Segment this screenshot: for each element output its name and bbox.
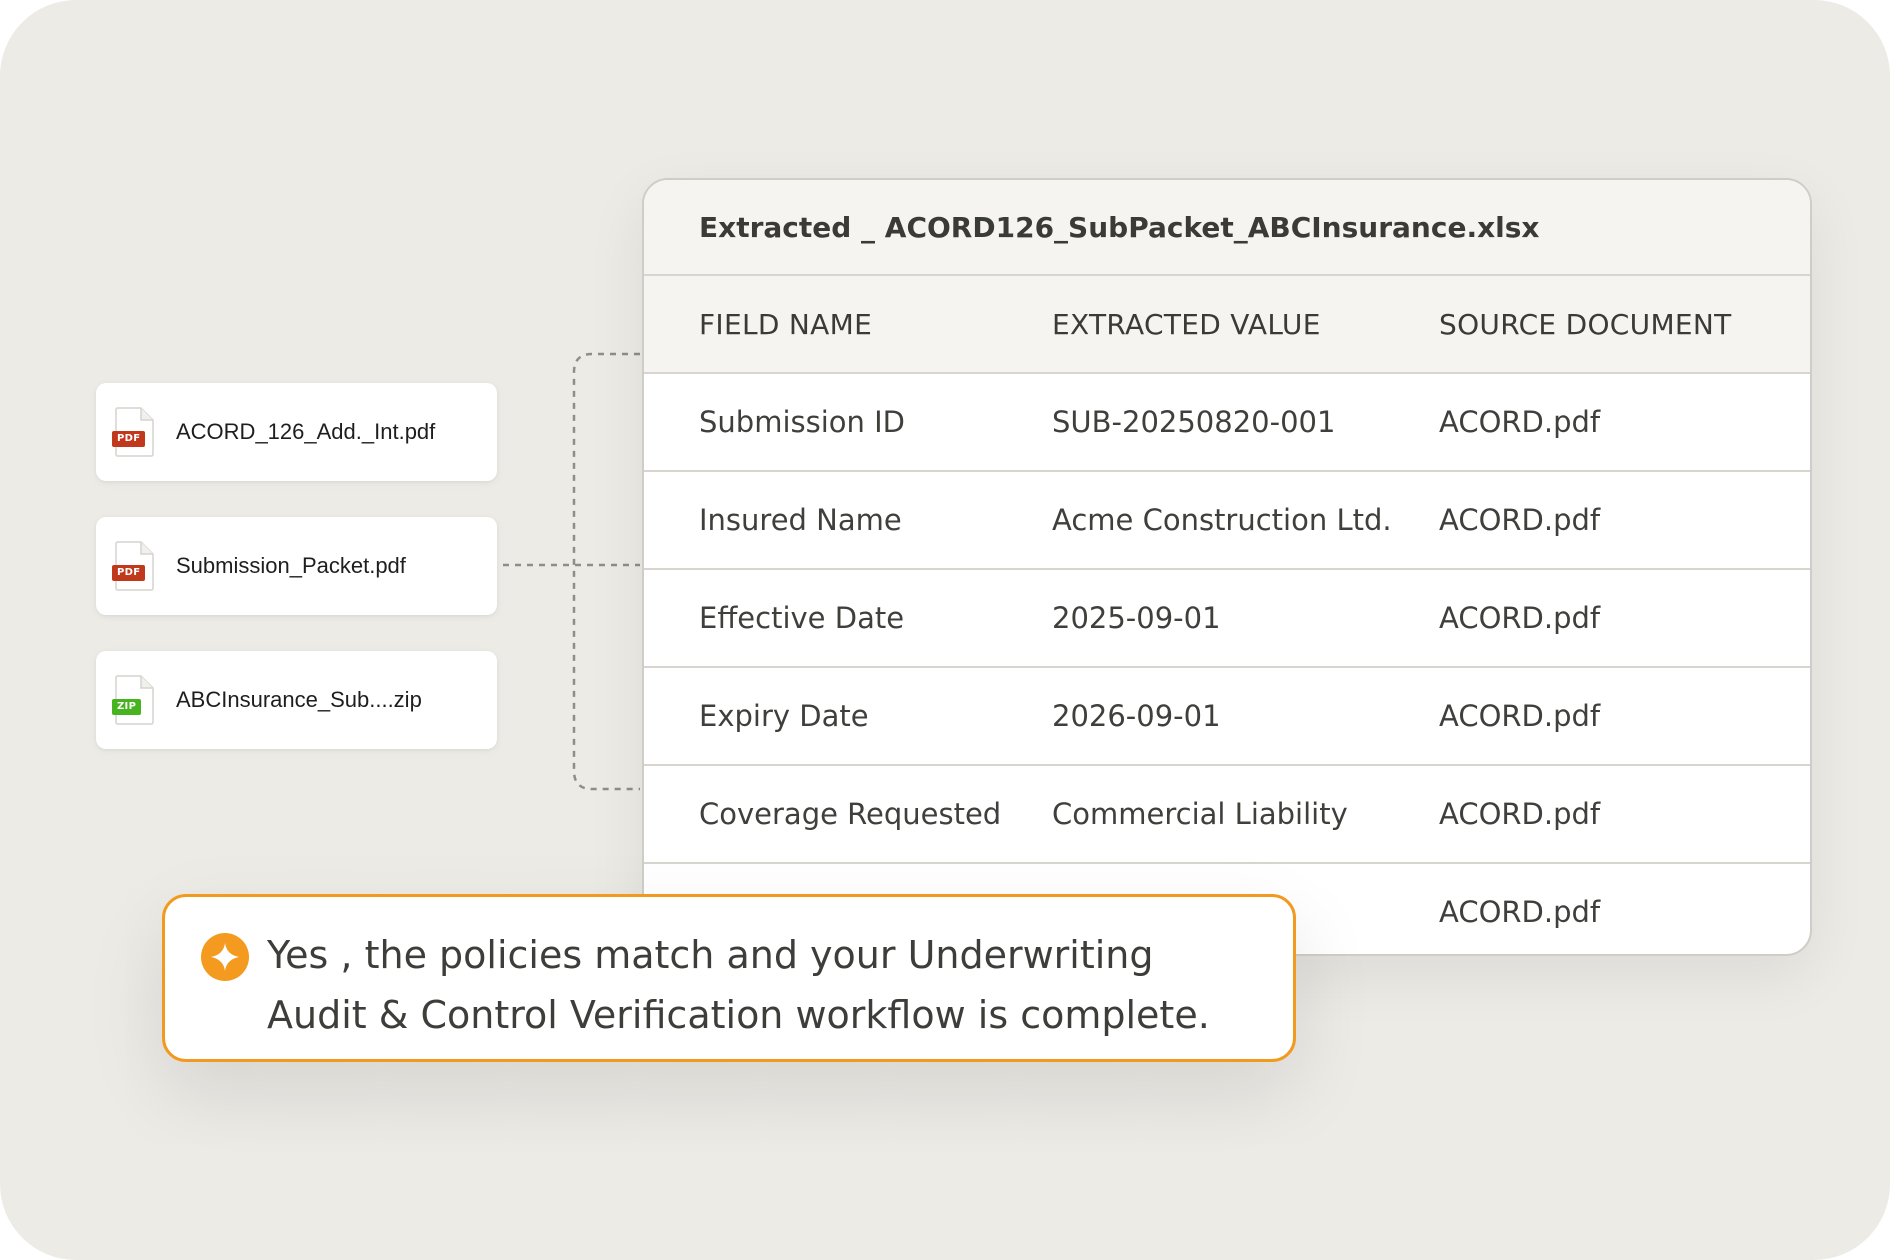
extracted-value-cell: Commercial Liability — [1052, 797, 1348, 831]
message-line-1: Yes , the policies match and your Underw… — [267, 933, 1154, 977]
table-row[interactable]: Expiry Date 2026-09-01 ACORD.pdf — [644, 668, 1810, 766]
source-document-cell: ACORD.pdf — [1439, 895, 1601, 929]
pdf-file-icon: PDF — [112, 407, 154, 457]
table-row[interactable]: Submission ID SUB-20250820-001 ACORD.pdf — [644, 374, 1810, 472]
column-header-source-document: SOURCE DOCUMENT — [1439, 307, 1732, 341]
source-document-cell: ACORD.pdf — [1439, 601, 1601, 635]
field-name-cell: Insured Name — [699, 503, 902, 537]
completion-message: Yes , the policies match and your Underw… — [162, 894, 1296, 1062]
field-name-cell: Effective Date — [699, 601, 905, 635]
field-name-cell: Submission ID — [699, 405, 906, 439]
file-name: ABCInsurance_Sub....zip — [176, 687, 422, 712]
file-type-badge: PDF — [112, 565, 146, 581]
canvas: PDF ACORD_126_Add._Int.pdf PDF Submissio… — [0, 0, 1890, 1260]
source-document-cell: ACORD.pdf — [1439, 405, 1601, 439]
source-document-cell: ACORD.pdf — [1439, 503, 1601, 537]
column-header-extracted-value: EXTRACTED VALUE — [1052, 307, 1321, 341]
file-type-badge: PDF — [112, 431, 146, 447]
file-card[interactable]: ZIP ABCInsurance_Sub....zip — [96, 651, 497, 749]
table-row[interactable]: Effective Date 2025-09-01 ACORD.pdf — [644, 570, 1810, 668]
extracted-data-table: Extracted _ ACORD126_SubPacket_ABCInsura… — [642, 178, 1812, 956]
sheet-title: Extracted _ ACORD126_SubPacket_ABCInsura… — [644, 180, 1810, 276]
message-line-2: Audit & Control Verification workflow is… — [267, 993, 1210, 1037]
sparkle-icon — [201, 933, 249, 981]
source-document-cell: ACORD.pdf — [1439, 797, 1601, 831]
table-row[interactable]: Coverage Requested Commercial Liability … — [644, 766, 1810, 864]
extracted-value-cell: 2025-09-01 — [1052, 601, 1221, 635]
file-name: Submission_Packet.pdf — [176, 553, 406, 578]
file-card[interactable]: PDF ACORD_126_Add._Int.pdf — [96, 383, 497, 481]
field-name-cell: Expiry Date — [699, 699, 869, 733]
pdf-file-icon: PDF — [112, 541, 154, 591]
extracted-value-cell: SUB-20250820-001 — [1052, 405, 1336, 439]
table-header-row: FIELD NAME EXTRACTED VALUE SOURCE DOCUME… — [644, 276, 1810, 374]
extracted-value-cell: Acme Construction Ltd. — [1052, 503, 1392, 537]
extracted-value-cell: 2026-09-01 — [1052, 699, 1221, 733]
column-header-field-name: FIELD NAME — [699, 307, 873, 341]
table-row[interactable]: Insured Name Acme Construction Ltd. ACOR… — [644, 472, 1810, 570]
file-type-badge: ZIP — [112, 699, 142, 715]
field-name-cell: Coverage Requested — [699, 797, 1002, 831]
file-name: ACORD_126_Add._Int.pdf — [176, 419, 436, 444]
message-text: Yes , the policies match and your Underw… — [267, 925, 1267, 1045]
source-document-cell: ACORD.pdf — [1439, 699, 1601, 733]
zip-file-icon: ZIP — [112, 675, 154, 725]
file-card[interactable]: PDF Submission_Packet.pdf — [96, 517, 497, 615]
